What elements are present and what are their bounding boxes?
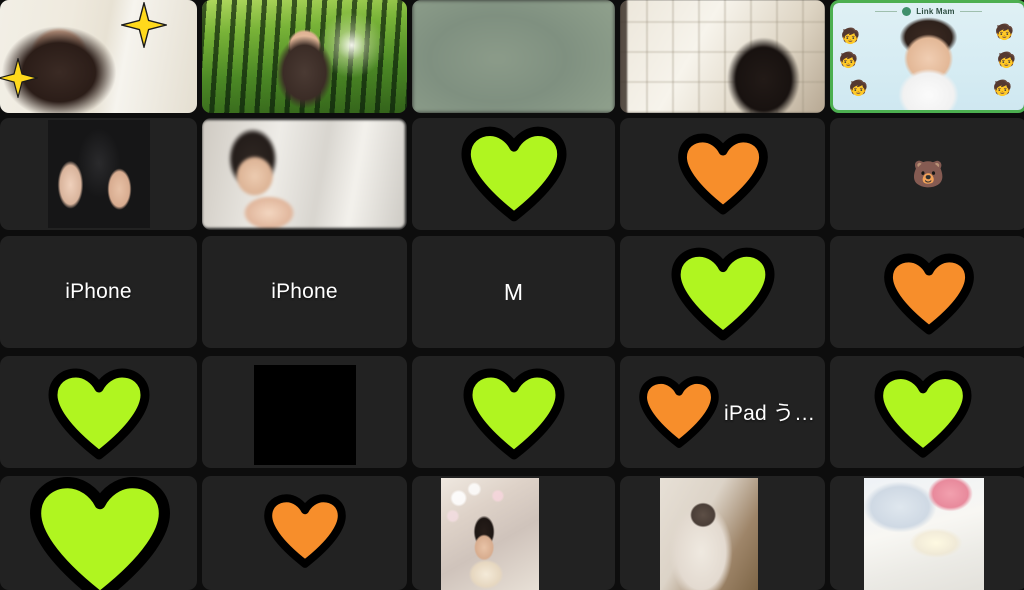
participant-tile-p24[interactable] (620, 476, 825, 590)
green-heart-reaction-icon (670, 247, 775, 341)
participant-tile-p22[interactable] (202, 476, 407, 590)
green-heart-reaction-icon (463, 368, 564, 460)
participant-tile-p4[interactable] (620, 0, 825, 113)
video-stream-p7 (202, 120, 405, 228)
participant-tile-p15[interactable] (830, 236, 1024, 348)
camera-off-black-frame (254, 365, 356, 465)
participant-tile-p8[interactable] (412, 118, 615, 230)
participant-tile-p1[interactable] (0, 0, 197, 113)
kid-illustration-icon: 🧒 (849, 80, 868, 97)
participant-tile-p17[interactable] (202, 356, 407, 468)
participant-tile-p14[interactable] (620, 236, 825, 348)
profile-photo-p25 (864, 478, 984, 590)
green-heart-reaction-icon (30, 476, 171, 590)
orange-heart-reaction-icon (677, 133, 768, 215)
sparkles-reaction-icon (121, 2, 167, 48)
orange-heart-reaction-icon (639, 376, 719, 448)
kid-illustration-icon: 🧒 (841, 28, 860, 45)
profile-photo-p24 (660, 478, 758, 590)
kid-illustration-icon: 🧒 (839, 52, 858, 69)
link-mam-title-text: Link Mam (916, 7, 955, 16)
kid-illustration-icon: 🧒 (997, 52, 1016, 69)
participant-tile-p20[interactable] (830, 356, 1024, 468)
participant-name-label: iPhone (65, 280, 132, 303)
sparkles-reaction-icon-secondary (0, 58, 38, 98)
video-stream-p2 (202, 0, 407, 113)
participant-tile-p7[interactable] (202, 118, 407, 230)
video-stream-p4 (620, 0, 825, 113)
bear-emoji-avatar-icon: 🐻 (912, 159, 945, 189)
initial-avatar-label: M (503, 278, 524, 305)
profile-photo-p23 (441, 478, 539, 590)
participant-tile-p9[interactable] (620, 118, 825, 230)
link-mam-logo-icon (902, 7, 912, 16)
participant-name-label: iPad う… (724, 402, 816, 425)
participant-tile-p19[interactable]: iPad う… (620, 356, 825, 468)
participant-tile-p10[interactable]: 🐻 (830, 118, 1024, 230)
participant-tile-p18[interactable] (412, 356, 615, 468)
participant-tile-p2[interactable] (202, 0, 407, 113)
green-heart-reaction-icon (48, 368, 149, 460)
participant-tile-p12[interactable]: iPhone (202, 236, 407, 348)
participant-tile-p23[interactable] (412, 476, 615, 590)
video-stream-p6 (48, 120, 150, 228)
green-heart-reaction-icon (460, 126, 567, 222)
participant-tile-p5[interactable]: Link Mam 🧒 🧒 🧒 🧒 🧒 🧒 (830, 0, 1024, 113)
reaction-with-name-group: iPad う… (639, 376, 816, 448)
kid-illustration-icon: 🧒 (993, 80, 1012, 97)
banner-rule-right (959, 11, 982, 12)
green-heart-reaction-icon (874, 370, 972, 458)
participant-tile-p6[interactable] (0, 118, 197, 230)
participant-name-label: iPhone (271, 280, 338, 303)
video-stream-p3 (412, 0, 615, 113)
virtual-background-title: Link Mam (833, 7, 1024, 16)
kid-illustration-icon: 🧒 (995, 24, 1014, 41)
participant-tile-p11[interactable]: iPhone (0, 236, 197, 348)
participant-tile-p25[interactable] (830, 476, 1024, 590)
video-gallery-grid: Link Mam 🧒 🧒 🧒 🧒 🧒 🧒 🐻 iPhone iPhone M i… (0, 0, 1024, 590)
orange-heart-reaction-icon (263, 493, 346, 568)
participant-tile-p16[interactable] (0, 356, 197, 468)
participant-tile-p21[interactable] (0, 476, 197, 590)
participant-tile-p13[interactable]: M (412, 236, 615, 348)
orange-heart-reaction-icon (883, 253, 974, 335)
banner-rule-left (875, 11, 898, 12)
participant-tile-p3[interactable] (412, 0, 615, 113)
